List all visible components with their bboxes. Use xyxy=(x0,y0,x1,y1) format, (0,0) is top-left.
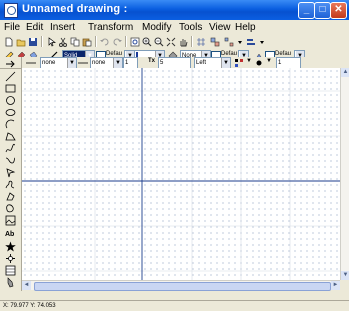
scroll-left-icon[interactable]: ◄ xyxy=(22,281,31,290)
marker-size-value: 1 xyxy=(278,60,282,66)
scroll-right-icon[interactable]: ► xyxy=(331,281,340,290)
rectangle-tool-icon[interactable] xyxy=(5,83,16,94)
zoom-in-icon[interactable] xyxy=(142,37,152,47)
zoom-fit-icon[interactable] xyxy=(130,37,140,47)
chevron-down-icon: ▼ xyxy=(67,58,76,68)
arrow-end-value: none xyxy=(92,60,106,66)
cursor-coordinates: X: 79.977 Y: 74.053 xyxy=(3,303,56,309)
menu-insert[interactable]: Insert xyxy=(50,22,75,33)
chevron-down-icon: ▼ xyxy=(113,58,122,68)
text-align-value: Left xyxy=(196,60,207,66)
vertical-scrollbar[interactable]: ▲ ▼ xyxy=(340,68,349,280)
ungroup-icon[interactable] xyxy=(224,37,234,47)
pan-hand-icon[interactable] xyxy=(178,37,188,47)
grid-toggle-icon[interactable] xyxy=(196,37,206,47)
chevron-down-icon: ▼ xyxy=(221,58,230,68)
image-tool-icon[interactable] xyxy=(5,215,16,226)
node-edit-icon[interactable] xyxy=(5,253,16,264)
maximize-button[interactable]: □ xyxy=(314,2,331,19)
menu-transform[interactable]: Transform xyxy=(88,22,133,33)
drawing-canvas[interactable] xyxy=(22,68,340,280)
marker-type-icon[interactable] xyxy=(234,58,244,68)
toolbar-separator xyxy=(41,36,43,47)
status-bar: X: 79.977 Y: 74.053 xyxy=(0,300,349,311)
symbol-tool-icon[interactable] xyxy=(5,241,16,252)
drawing-tools-palette: Ab xyxy=(0,68,22,291)
menu-edit[interactable]: Edit xyxy=(26,22,43,33)
arrow-end-line-icon xyxy=(78,58,88,68)
scroll-up-icon[interactable]: ▲ xyxy=(341,68,349,77)
freehand-tool-icon[interactable] xyxy=(5,143,16,154)
font-size-value: 5 xyxy=(160,60,164,66)
closed-curve-tool-icon[interactable] xyxy=(5,203,16,214)
title-bar[interactable]: Unnamed drawing : _ □ ✕ xyxy=(0,0,349,20)
menu-view[interactable]: View xyxy=(209,22,231,33)
polygon-tool-icon[interactable] xyxy=(5,131,16,142)
star-tool-icon[interactable] xyxy=(5,167,16,178)
menu-modify[interactable]: Modify xyxy=(142,22,171,33)
save-icon[interactable] xyxy=(28,37,38,47)
paint-bucket-icon[interactable] xyxy=(5,277,16,288)
text-tool-icon[interactable]: Ab xyxy=(5,229,16,240)
menu-help[interactable]: Help xyxy=(235,22,256,33)
toolbar-separator xyxy=(95,36,97,47)
menu-file[interactable]: File xyxy=(4,22,20,33)
arc-tool-icon[interactable] xyxy=(5,119,16,130)
horizontal-scroll-thumb[interactable] xyxy=(34,282,331,291)
open-folder-icon[interactable] xyxy=(16,37,26,47)
font-size-icon: Tx xyxy=(148,58,156,64)
drawing-app-window: Unnamed drawing : _ □ ✕ File Edit Insert… xyxy=(0,0,349,311)
line-tool-icon[interactable] xyxy=(5,71,16,82)
window-title: Unnamed drawing : xyxy=(22,3,128,15)
scroll-down-icon[interactable]: ▼ xyxy=(341,271,349,280)
zoom-out-icon[interactable] xyxy=(154,37,164,47)
polyline-tool-icon[interactable] xyxy=(5,191,16,202)
pointer-icon[interactable] xyxy=(46,37,56,47)
app-icon xyxy=(4,3,18,18)
redo-icon[interactable] xyxy=(112,37,122,47)
marker-dropdown-icon[interactable]: ▼ xyxy=(246,58,252,64)
horizontal-scrollbar[interactable]: ◄ ► xyxy=(22,280,340,291)
table-tool-icon[interactable] xyxy=(5,265,16,276)
dropdown-arrow-icon[interactable] xyxy=(235,37,245,47)
spiral-tool-icon[interactable] xyxy=(5,179,16,190)
undo-icon[interactable] xyxy=(100,37,110,47)
marker-dot-dropdown-icon[interactable]: ▼ xyxy=(266,58,272,64)
menu-tools[interactable]: Tools xyxy=(179,22,202,33)
arrow-text-toolbar: none ▼ none ▼ 1 Tx 5 Left ▼ ▼ ▼ 1 xyxy=(22,57,349,69)
circle-tool-icon[interactable] xyxy=(5,95,16,106)
canvas-grid xyxy=(22,68,340,280)
arrow-start-value: none xyxy=(42,60,56,66)
ellipse-tool-icon[interactable] xyxy=(5,107,16,118)
cut-icon[interactable] xyxy=(58,37,68,47)
curve-tool-icon[interactable] xyxy=(5,155,16,166)
group-icon[interactable] xyxy=(210,37,220,47)
minimize-button[interactable]: _ xyxy=(298,2,315,19)
line-width-value: 1 xyxy=(125,60,129,66)
close-button[interactable]: ✕ xyxy=(330,2,347,19)
align-icon[interactable] xyxy=(246,37,256,47)
dropdown-arrow-icon[interactable] xyxy=(257,37,267,47)
paste-icon[interactable] xyxy=(82,37,92,47)
copy-icon[interactable] xyxy=(70,37,80,47)
zoom-extents-icon[interactable] xyxy=(166,37,176,47)
toolbar-separator xyxy=(125,36,127,47)
toolbar-separator xyxy=(191,36,193,47)
standard-toolbar xyxy=(0,35,349,49)
new-file-icon[interactable] xyxy=(4,37,14,47)
menu-bar: File Edit Insert Transform Modify Tools … xyxy=(0,20,349,35)
marker-dot-icon xyxy=(254,58,264,68)
arrow-start-line-icon xyxy=(26,58,36,68)
